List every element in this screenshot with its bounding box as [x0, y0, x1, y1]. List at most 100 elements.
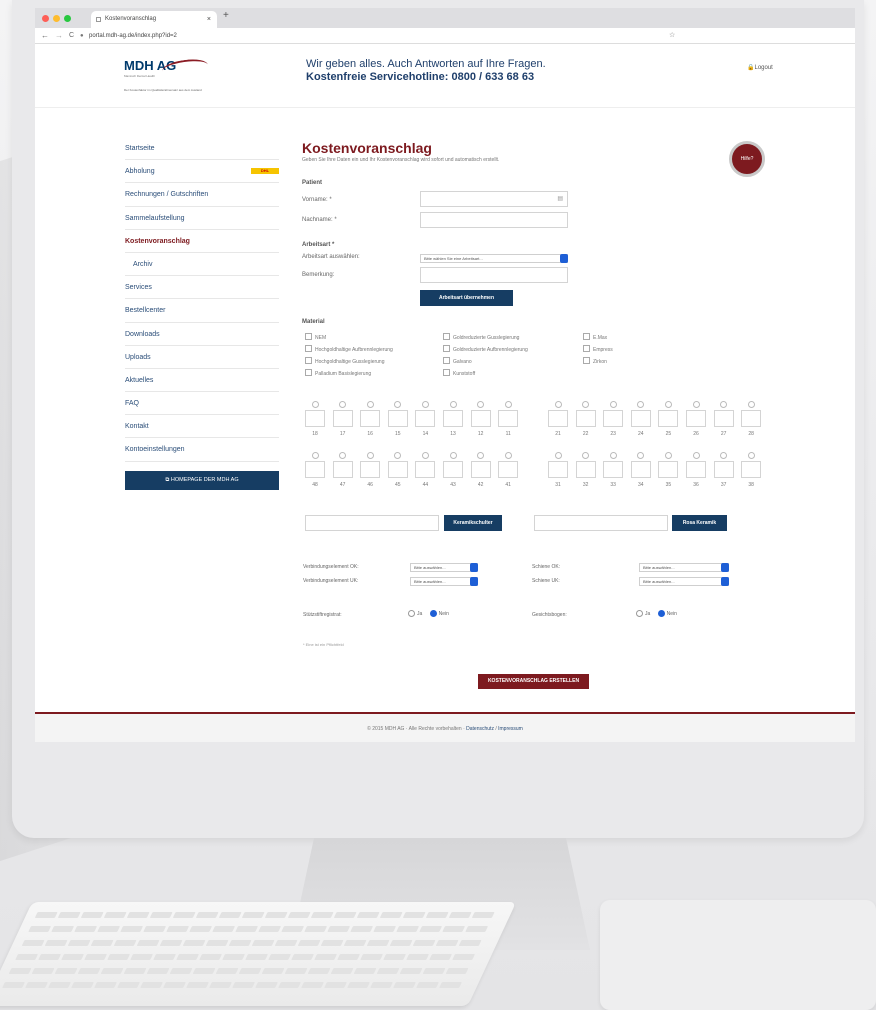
tooth-13[interactable]: 13 [443, 401, 463, 437]
forward-arrow-icon[interactable]: → [55, 28, 63, 44]
tooth-input[interactable] [470, 461, 491, 478]
tooth-16[interactable]: 16 [360, 401, 381, 437]
tooth-42[interactable]: 42 [470, 452, 491, 488]
tooth-radio-icon[interactable] [720, 452, 728, 459]
tooth-radio-icon[interactable] [504, 452, 512, 459]
tooth-47[interactable]: 47 [332, 452, 353, 488]
material-checkbox-zirkon[interactable]: Zirkon [583, 357, 607, 365]
tooth-radio-icon[interactable] [504, 401, 512, 408]
nachname-input[interactable] [420, 212, 568, 228]
sidebar-item-kostenvoranschlag[interactable]: Kostenvoranschlag [125, 230, 279, 253]
tooth-radio-icon[interactable] [554, 401, 562, 408]
tooth-radio-icon[interactable] [609, 452, 617, 459]
tooth-radio-icon[interactable] [637, 401, 645, 408]
material-checkbox-palladium[interactable]: Palladium Basislegierung [305, 369, 371, 377]
tooth-45[interactable]: 45 [387, 452, 408, 488]
tooth-27[interactable]: 27 [713, 401, 734, 437]
tooth-14[interactable]: 14 [415, 401, 436, 437]
close-window-icon[interactable] [42, 15, 49, 22]
tooth-22[interactable]: 22 [575, 401, 596, 437]
tooth-34[interactable]: 34 [630, 452, 651, 488]
tab-close-icon[interactable]: × [207, 11, 211, 28]
tooth-input[interactable] [498, 461, 519, 478]
verbindung-uk-select[interactable]: Bitte auswählen... [410, 577, 478, 586]
tooth-input[interactable] [713, 461, 734, 478]
tooth-input[interactable] [443, 461, 463, 478]
material-checkbox-goldred-guss[interactable]: Goldreduzierte Gusslegierung [443, 333, 519, 341]
sidebar-item-sammelaufstellung[interactable]: Sammelaufstellung [125, 207, 279, 230]
tooth-input[interactable] [658, 461, 679, 478]
tooth-33[interactable]: 33 [603, 452, 624, 488]
tooth-radio-icon[interactable] [664, 452, 672, 459]
back-arrow-icon[interactable]: ← [41, 28, 49, 44]
tooth-radio-icon[interactable] [449, 401, 457, 408]
tooth-input[interactable] [305, 461, 325, 478]
kostenvoranschlag-erstellen-button[interactable]: KOSTENVORANSCHLAG ERSTELLEN [478, 674, 589, 689]
tooth-48[interactable]: 48 [305, 452, 325, 488]
material-checkbox-kunststoff[interactable]: Kunststoff [443, 369, 475, 377]
sidebar-item-abholung[interactable]: Abholung DHL [125, 160, 279, 184]
tooth-radio-icon[interactable] [477, 452, 485, 459]
tooth-37[interactable]: 37 [713, 452, 734, 488]
gesichtsbogen-radio-ja[interactable]: Ja [636, 610, 650, 617]
tooth-46[interactable]: 46 [360, 452, 381, 488]
schiene-uk-select[interactable]: Bitte auswählen... [639, 577, 729, 586]
tooth-36[interactable]: 36 [686, 452, 706, 488]
tooth-radio-icon[interactable] [692, 401, 700, 408]
tooth-input[interactable] [686, 461, 706, 478]
tooth-radio-icon[interactable] [339, 452, 347, 459]
verbindung-ok-select[interactable]: Bitte auswählen... [410, 563, 478, 572]
tooth-radio-icon[interactable] [582, 401, 590, 408]
bookmark-star-icon[interactable]: ☆ [669, 28, 675, 44]
tooth-radio-icon[interactable] [637, 452, 645, 459]
schiene-ok-select[interactable]: Bitte auswählen... [639, 563, 729, 572]
tooth-input[interactable] [741, 461, 762, 478]
tooth-input[interactable] [630, 410, 651, 427]
maximize-window-icon[interactable] [64, 15, 71, 22]
tooth-24[interactable]: 24 [630, 401, 651, 437]
logout-link[interactable]: 🔒Logout [747, 64, 773, 71]
stuetzstift-radio-ja[interactable]: Ja [408, 610, 422, 617]
sidebar-item-bestellcenter[interactable]: Bestellcenter [125, 299, 279, 323]
stuetzstift-radio-nein[interactable]: Nein [424, 610, 449, 617]
tooth-43[interactable]: 43 [443, 452, 463, 488]
footer-impressum-link[interactable]: Impressum [498, 726, 523, 732]
tooth-input[interactable] [415, 461, 436, 478]
tooth-21[interactable]: 21 [548, 401, 568, 437]
tooth-38[interactable]: 38 [741, 452, 762, 488]
help-button[interactable]: Hilfe? [729, 141, 765, 177]
tooth-radio-icon[interactable] [311, 401, 319, 408]
minimize-window-icon[interactable] [53, 15, 60, 22]
tooth-28[interactable]: 28 [741, 401, 762, 437]
tooth-radio-icon[interactable] [477, 401, 485, 408]
tooth-31[interactable]: 31 [548, 452, 568, 488]
tooth-input[interactable] [332, 461, 353, 478]
tooth-41[interactable]: 41 [498, 452, 519, 488]
tooth-input[interactable] [360, 410, 381, 427]
material-checkbox-nem[interactable]: NEM [305, 333, 326, 341]
sidebar-item-services[interactable]: Services [125, 276, 279, 300]
reload-icon[interactable]: C [69, 28, 74, 44]
tooth-35[interactable]: 35 [658, 452, 679, 488]
sidebar-item-kontakt[interactable]: Kontakt [125, 415, 279, 439]
tooth-input[interactable] [387, 461, 408, 478]
tooth-32[interactable]: 32 [575, 452, 596, 488]
rosa-keramik-button[interactable]: Rosa Keramik [672, 515, 727, 531]
rosa-keramik-input[interactable] [534, 515, 668, 531]
tooth-input[interactable] [741, 410, 762, 427]
tooth-12[interactable]: 12 [470, 401, 491, 437]
tooth-25[interactable]: 25 [658, 401, 679, 437]
tooth-11[interactable]: 11 [498, 401, 519, 437]
tooth-input[interactable] [305, 410, 325, 427]
footer-datenschutz-link[interactable]: Datenschutz [466, 726, 494, 732]
material-checkbox-galvano[interactable]: Galvano [443, 357, 472, 365]
tooth-input[interactable] [360, 461, 381, 478]
material-checkbox-goldred-aufbrenn[interactable]: Goldreduzierte Aufbrennlegierung [443, 345, 528, 353]
tooth-radio-icon[interactable] [449, 452, 457, 459]
tooth-radio-icon[interactable] [394, 401, 402, 408]
address-bar[interactable]: portal.mdh-ag.de/index.php?id=2 [89, 28, 177, 44]
tooth-input[interactable] [498, 410, 519, 427]
tooth-radio-icon[interactable] [554, 452, 562, 459]
sidebar-item-rechnungen[interactable]: Rechnungen / Gutschriften [125, 183, 279, 207]
sidebar-item-faq[interactable]: FAQ [125, 392, 279, 416]
